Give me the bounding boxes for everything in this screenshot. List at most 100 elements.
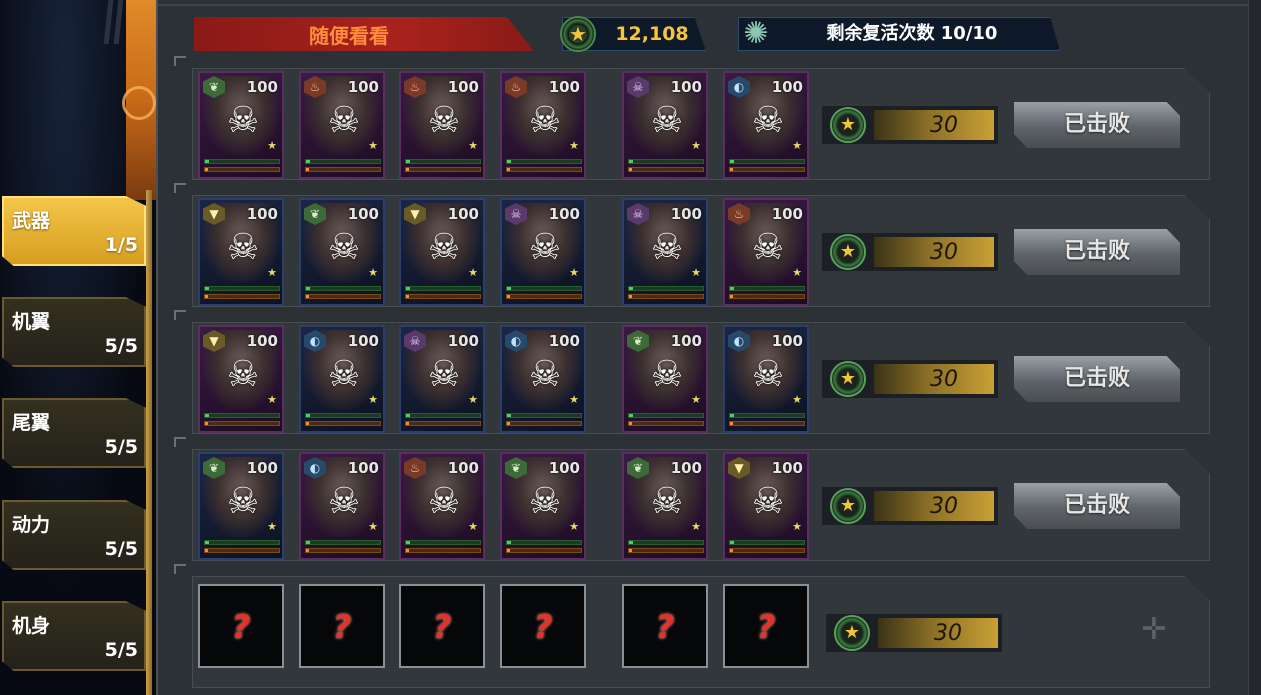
energy-bar (729, 167, 805, 172)
energy-bar (405, 421, 481, 426)
unit-level: 100 (548, 78, 580, 96)
skull-icon: ☠ (427, 100, 461, 141)
skull-icon: ☠ (226, 354, 260, 395)
enemy-unit-slot[interactable]: ☠ ☠ ★ 100 (500, 198, 586, 306)
enemy-unit-slot[interactable]: ▼ ☠ ★ 100 (723, 452, 809, 560)
enemy-unit-slot[interactable]: ◐ ☠ ★ 100 (299, 325, 385, 433)
corner-decoration (174, 310, 186, 320)
question-mark-icon: ? (432, 608, 452, 646)
corner-decoration (174, 56, 186, 66)
star-rank-icon: ★ (569, 139, 579, 152)
energy-bar (628, 421, 704, 426)
enemy-unit-slot[interactable]: ♨ ☠ ★ 100 (500, 71, 586, 179)
enemy-unit-slot[interactable]: ▼ ☠ ★ 100 (198, 325, 284, 433)
sidebar-tab[interactable]: 机身 5/5 (2, 601, 146, 671)
reward-box: ★ 30 (826, 614, 1002, 652)
energy-bar (506, 421, 582, 426)
enemy-unit-slot[interactable]: ☠ ☠ ★ 100 (399, 325, 485, 433)
skull-icon: ☠ (528, 354, 562, 395)
star-rank-icon: ★ (691, 393, 701, 406)
star-rank-icon: ★ (691, 520, 701, 533)
enemy-unit-slot[interactable]: ◐ ☠ ★ 100 (723, 325, 809, 433)
energy-bar (305, 167, 381, 172)
unit-level: 100 (771, 332, 803, 350)
unit-level: 100 (548, 205, 580, 223)
unknown-unit-slot[interactable]: ? (198, 584, 284, 668)
sidebar-tab[interactable]: 尾翼 5/5 (2, 398, 146, 468)
sidebar-tab[interactable]: 机翼 5/5 (2, 297, 146, 367)
energy-bar (506, 294, 582, 299)
enemy-unit-slot[interactable]: ◐ ☠ ★ 100 (500, 325, 586, 433)
star-rank-icon: ★ (368, 139, 378, 152)
enemy-unit-slot[interactable]: ❦ ☠ ★ 100 (198, 452, 284, 560)
ring-decoration (122, 86, 156, 120)
star-rank-icon: ★ (368, 266, 378, 279)
skull-icon: ☠ (650, 481, 684, 522)
enemy-unit-slot[interactable]: ◐ ☠ ★ 100 (299, 452, 385, 560)
unit-level: 100 (347, 78, 379, 96)
sidebar-tab-count: 5/5 (104, 335, 138, 357)
hp-bar (405, 540, 481, 545)
enemy-unit-slot[interactable]: ❦ ☠ ★ 100 (500, 452, 586, 560)
hp-bar (729, 540, 805, 545)
unknown-unit-slot[interactable]: ? (500, 584, 586, 668)
defeated-button[interactable]: 已击败 (1014, 229, 1180, 275)
enemy-unit-slot[interactable]: ☠ ☠ ★ 100 (622, 71, 708, 179)
enemy-unit-slot[interactable]: ♨ ☠ ★ 100 (399, 71, 485, 179)
defeated-button[interactable]: 已击败 (1014, 102, 1180, 148)
hp-bar (729, 159, 805, 164)
enemy-unit-slot[interactable]: ◐ ☠ ★ 100 (723, 71, 809, 179)
star-rank-icon: ★ (267, 266, 277, 279)
energy-bar (204, 548, 280, 553)
unknown-unit-slot[interactable]: ? (299, 584, 385, 668)
defeated-button[interactable]: 已击败 (1014, 356, 1180, 402)
sidebar-tab-label: 机翼 (12, 311, 51, 333)
unknown-unit-slot[interactable]: ? (622, 584, 708, 668)
enemy-unit-slot[interactable]: ▼ ☠ ★ 100 (198, 198, 284, 306)
enemy-unit-slot[interactable]: ♨ ☠ ★ 100 (399, 452, 485, 560)
star-rank-icon: ★ (691, 139, 701, 152)
enemy-unit-slot[interactable]: ❦ ☠ ★ 100 (198, 71, 284, 179)
skull-icon: ☠ (751, 354, 785, 395)
star-rank-icon: ★ (468, 266, 478, 279)
enemy-unit-slot[interactable]: ❦ ☠ ★ 100 (622, 325, 708, 433)
star-rank-icon: ★ (792, 393, 802, 406)
star-rank-icon: ★ (468, 139, 478, 152)
unit-level: 100 (447, 205, 479, 223)
enemy-unit-slot[interactable]: ❦ ☠ ★ 100 (622, 452, 708, 560)
sidebar-tab[interactable]: 武器 1/5 (2, 196, 146, 266)
sidebar-tab-label: 武器 (12, 210, 51, 232)
star-rank-icon: ★ (267, 520, 277, 533)
tab-title[interactable]: 随便看看 (194, 17, 534, 51)
question-mark-icon: ? (332, 608, 352, 646)
revive-emblem-icon: ✺ (743, 16, 769, 51)
defeated-button[interactable]: 已击败 (1014, 483, 1180, 529)
star-rank-icon: ★ (792, 520, 802, 533)
energy-bar (729, 548, 805, 553)
energy-bar (405, 548, 481, 553)
sidebar-tab[interactable]: 动力 5/5 (2, 500, 146, 570)
sidebar-tab-count: 1/5 (104, 234, 138, 256)
enemy-unit-slot[interactable]: ♨ ☠ ★ 100 (299, 71, 385, 179)
reward-value: 30 (930, 240, 958, 265)
skull-icon: ☠ (751, 100, 785, 141)
unknown-unit-slot[interactable]: ? (723, 584, 809, 668)
star-rank-icon: ★ (792, 139, 802, 152)
hp-bar (204, 540, 280, 545)
unit-level: 100 (670, 205, 702, 223)
enemy-unit-slot[interactable]: ♨ ☠ ★ 100 (723, 198, 809, 306)
energy-bar (405, 167, 481, 172)
sidebar-tab-label: 动力 (12, 514, 51, 536)
skull-icon: ☠ (650, 227, 684, 268)
hp-bar (405, 413, 481, 418)
plus-icon[interactable]: ✛ (1140, 615, 1168, 645)
skull-icon: ☠ (427, 227, 461, 268)
enemy-unit-slot[interactable]: ❦ ☠ ★ 100 (299, 198, 385, 306)
enemy-unit-slot[interactable]: ☠ ☠ ★ 100 (622, 198, 708, 306)
corner-decoration (174, 183, 186, 193)
skull-icon: ☠ (427, 481, 461, 522)
unit-level: 100 (347, 332, 379, 350)
enemy-unit-slot[interactable]: ▼ ☠ ★ 100 (399, 198, 485, 306)
question-mark-icon: ? (533, 608, 553, 646)
unknown-unit-slot[interactable]: ? (399, 584, 485, 668)
